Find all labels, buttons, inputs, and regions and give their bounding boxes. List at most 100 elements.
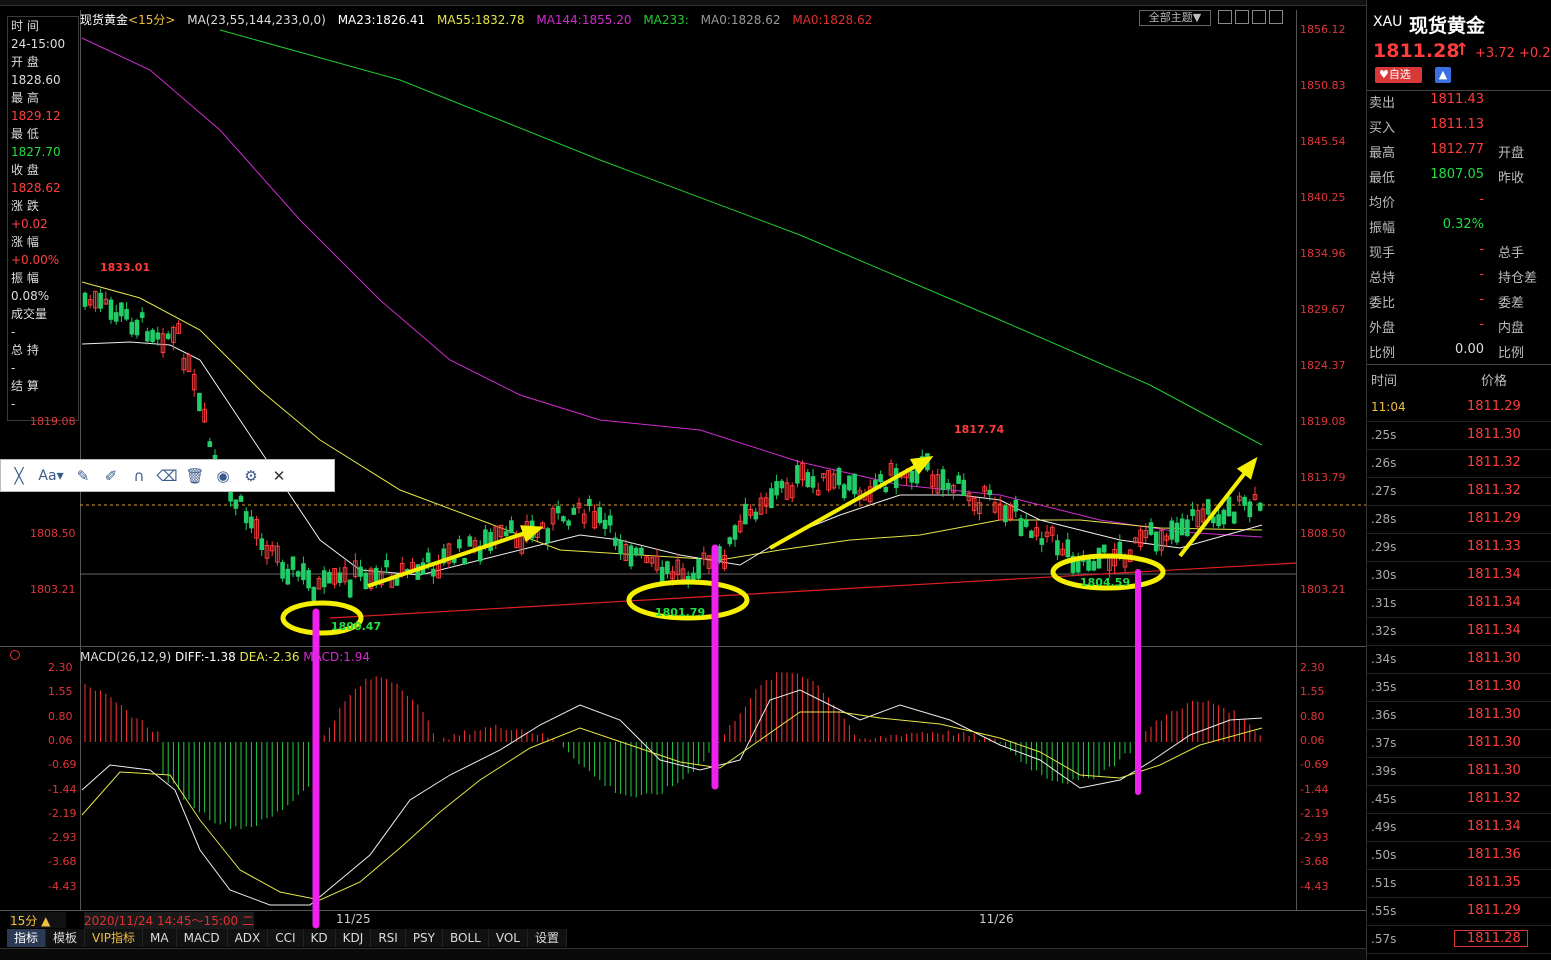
change-label: 涨 跌 bbox=[11, 199, 39, 213]
tab-vip[interactable]: VIP指标 bbox=[85, 929, 144, 947]
tab-adx[interactable]: ADX bbox=[227, 929, 269, 947]
price-tick: 1808.50 bbox=[1300, 527, 1346, 540]
candle-body bbox=[165, 333, 171, 339]
tick-row: .45s 1811.32 bbox=[1367, 786, 1551, 814]
tick-price: 1811.29 bbox=[1467, 903, 1521, 918]
candle-body bbox=[207, 441, 213, 448]
tick-time: .50s bbox=[1371, 848, 1397, 862]
eye-icon[interactable]: ◉ bbox=[211, 464, 235, 488]
candle-body bbox=[1247, 501, 1253, 518]
quote-row-label: 均价 bbox=[1369, 196, 1396, 211]
tab-psy[interactable]: PSY bbox=[405, 929, 443, 947]
tick-time: .36s bbox=[1371, 708, 1397, 722]
tick-row: .25s 1811.30 bbox=[1367, 422, 1551, 450]
line-tool-icon[interactable]: ╳ bbox=[7, 464, 31, 488]
tick-row: .31s 1811.34 bbox=[1367, 590, 1551, 618]
tab-ma[interactable]: MA bbox=[143, 929, 177, 947]
candle-body bbox=[119, 302, 124, 317]
settle-value: - bbox=[11, 397, 16, 411]
tab-indicator[interactable]: 指标 bbox=[7, 929, 47, 947]
quote-row-label2: 开盘 bbox=[1498, 146, 1525, 161]
candle-body bbox=[462, 557, 467, 565]
candle-body bbox=[1216, 514, 1221, 527]
candle-body bbox=[961, 479, 967, 496]
candle-body bbox=[602, 519, 608, 529]
macd-axis-tick: -1.44 bbox=[1300, 782, 1329, 796]
quote-row-label: 买入 bbox=[1369, 121, 1396, 136]
candle-body bbox=[1055, 540, 1060, 556]
candle-body bbox=[883, 486, 889, 493]
candle-body bbox=[779, 480, 785, 489]
tab-vol[interactable]: VOL bbox=[488, 929, 528, 947]
brush-icon[interactable]: ✐ bbox=[99, 464, 123, 488]
tick-time: .26s bbox=[1371, 456, 1397, 470]
quote-pct: +0.21 bbox=[1519, 46, 1551, 61]
tab-kd[interactable]: KD bbox=[303, 929, 336, 947]
tick-row: .34s 1811.30 bbox=[1367, 646, 1551, 674]
tab-settings[interactable]: 设置 bbox=[527, 929, 567, 947]
magnet-icon[interactable]: ∩ bbox=[127, 464, 151, 488]
tab-rsi[interactable]: RSI bbox=[371, 929, 406, 947]
macd-title[interactable]: MACD(26,12,9) bbox=[80, 650, 171, 664]
tick-time: .51s bbox=[1371, 876, 1397, 890]
gear-icon[interactable]: ⚙ bbox=[239, 464, 263, 488]
candle-body bbox=[384, 560, 389, 568]
tab-kdj[interactable]: KDJ bbox=[335, 929, 372, 947]
candle-body bbox=[290, 556, 296, 570]
high-annotation: 1833.01 bbox=[100, 261, 151, 274]
candle-body bbox=[618, 540, 623, 555]
hold-label: 总 持 bbox=[11, 343, 39, 357]
tick-price: 1811.32 bbox=[1467, 791, 1521, 806]
tick-price: 1811.30 bbox=[1467, 427, 1521, 442]
volume-value: - bbox=[11, 325, 16, 339]
period-button[interactable]: 15分 ▲ bbox=[10, 912, 66, 928]
tab-macd[interactable]: MACD bbox=[176, 929, 228, 947]
tab-cci[interactable]: CCI bbox=[268, 929, 304, 947]
quote-row-label: 现手 bbox=[1369, 246, 1396, 261]
tick-price: 1811.36 bbox=[1467, 847, 1521, 862]
candle-body bbox=[129, 321, 135, 335]
text-style-icon[interactable]: Aa▾ bbox=[35, 464, 67, 488]
low-annotation: 1801.79 bbox=[655, 606, 706, 619]
hold-value: - bbox=[11, 361, 16, 375]
candle-body bbox=[561, 516, 566, 522]
tick-time: .30s bbox=[1371, 568, 1397, 582]
trash-icon[interactable]: 🗑 bbox=[183, 464, 207, 488]
candle-body bbox=[82, 292, 88, 307]
pencil-icon[interactable]: ✎ bbox=[71, 464, 95, 488]
favorite-button[interactable]: ♥自选 bbox=[1375, 67, 1422, 83]
ma233-line bbox=[219, 29, 1263, 446]
quote-row: 现手 - 总手 bbox=[1367, 238, 1551, 263]
horizontal-scrollbar[interactable] bbox=[0, 948, 1366, 960]
candle-body bbox=[321, 570, 327, 588]
tick-time: .34s bbox=[1371, 652, 1397, 666]
macd-settings-icon[interactable] bbox=[10, 650, 20, 660]
eraser-icon[interactable]: ⌫ bbox=[155, 464, 179, 488]
candle-body bbox=[1018, 518, 1024, 536]
alert-bell-icon[interactable]: ▲ bbox=[1435, 67, 1451, 83]
price-tick: 1834.96 bbox=[1300, 247, 1346, 260]
candle-body bbox=[727, 537, 733, 545]
quote-row: 均价 - bbox=[1367, 188, 1551, 213]
quote-row-label: 比例 bbox=[1369, 346, 1396, 361]
high-value: 1829.12 bbox=[11, 109, 61, 123]
trend-line bbox=[329, 562, 1297, 619]
tab-template[interactable]: 模板 bbox=[46, 929, 86, 947]
quote-row-label2: 总手 bbox=[1498, 246, 1525, 261]
candle-body bbox=[259, 538, 265, 551]
quote-panel: XAU 现货黄金 1811.28 ↑ +3.72 +0.21 ♥自选 ▲ 卖出 1… bbox=[1366, 0, 1551, 960]
candle-body bbox=[795, 465, 800, 484]
candle-body bbox=[347, 579, 353, 598]
tick-price: 1811.34 bbox=[1467, 623, 1521, 638]
tab-boll[interactable]: BOLL bbox=[443, 929, 489, 947]
close-icon[interactable]: ✕ bbox=[267, 464, 291, 488]
macd-axis-tick: -4.43 bbox=[48, 879, 77, 893]
ma55-line bbox=[81, 281, 1263, 561]
candle-body bbox=[628, 545, 634, 567]
candle-body bbox=[1101, 544, 1107, 553]
tick-time: .57s bbox=[1371, 932, 1397, 946]
tick-price: 1811.30 bbox=[1467, 707, 1521, 722]
low-value: 1827.70 bbox=[11, 145, 61, 159]
time-value: 24-15:00 bbox=[11, 37, 66, 51]
candle-body bbox=[987, 489, 993, 496]
